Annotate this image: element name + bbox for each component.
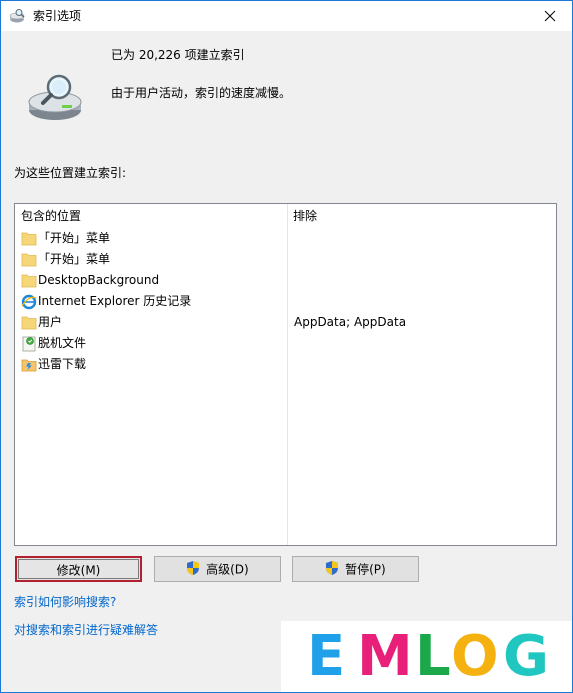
location-name: 迅雷下载 — [38, 357, 87, 371]
watermark-letter: L — [415, 624, 451, 689]
indexing-options-icon — [9, 8, 26, 24]
list-item[interactable]: Internet Explorer 历史记录 — [15, 291, 556, 312]
watermark-letter: O — [451, 624, 499, 689]
uac-shield-icon — [186, 560, 200, 576]
watermark-letter: E — [307, 624, 346, 689]
modify-button[interactable]: 修改(M) — [15, 556, 142, 582]
title-bar[interactable]: 索引选项 — [1, 1, 572, 31]
indexing-drive-magnifier-icon — [27, 74, 85, 122]
advanced-button-label: 高级(D) — [206, 562, 249, 577]
indexed-item-count: 已为 20,226 项建立索引 — [111, 48, 245, 62]
location-exclusion: AppData; AppData — [294, 315, 407, 329]
indexing-options-window: 索引选项 已为 20,226 项建立索引 由于用户活动，索引的速度减慢。 为这些… — [0, 0, 573, 693]
emlog-watermark: E M L O G — [281, 621, 572, 692]
folder-icon — [21, 251, 37, 268]
location-name: 用户 — [38, 315, 63, 329]
indexing-status-message: 由于用户活动，索引的速度减慢。 — [111, 86, 292, 100]
uac-shield-icon — [325, 560, 339, 576]
section-label: 为这些位置建立索引: — [14, 166, 127, 180]
indexing-search-help-link[interactable]: 索引如何影响搜索? — [14, 594, 116, 610]
pause-button-label: 暂停(P) — [345, 562, 386, 577]
pause-button[interactable]: 暂停(P) — [292, 556, 419, 582]
offline-files-icon — [21, 335, 37, 352]
folder-icon — [21, 272, 37, 289]
xunlei-download-icon — [21, 356, 37, 373]
column-header-exclude[interactable]: 排除 — [293, 208, 317, 224]
advanced-button[interactable]: 高级(D) — [154, 556, 281, 582]
indexed-locations-list[interactable]: 包含的位置 排除 「开始」菜单 「开始」菜单 DesktopBackground — [14, 203, 557, 546]
list-item[interactable]: 「开始」菜单 — [15, 249, 556, 270]
location-name: Internet Explorer 历史记录 — [38, 294, 192, 308]
location-name: 「开始」菜单 — [38, 231, 111, 245]
list-item[interactable]: 用户 AppData; AppData — [15, 312, 556, 333]
list-item[interactable]: 迅雷下载 — [15, 354, 556, 375]
close-button[interactable] — [528, 1, 572, 31]
list-item[interactable]: DesktopBackground — [15, 270, 556, 291]
column-header-included[interactable]: 包含的位置 — [21, 208, 81, 224]
watermark-letter: G — [503, 624, 549, 689]
modify-button-label: 修改(M) — [56, 563, 101, 578]
watermark-letter: M — [357, 624, 413, 689]
location-name: DesktopBackground — [38, 273, 160, 287]
list-item[interactable]: 「开始」菜单 — [15, 228, 556, 249]
location-name: 脱机文件 — [38, 336, 87, 350]
close-icon — [544, 10, 556, 22]
window-title: 索引选项 — [33, 9, 82, 23]
troubleshoot-link[interactable]: 对搜索和索引进行疑难解答 — [14, 622, 158, 638]
folder-icon — [21, 314, 37, 331]
list-item[interactable]: 脱机文件 — [15, 333, 556, 354]
internet-explorer-icon — [21, 293, 37, 310]
folder-icon — [21, 230, 37, 247]
location-name: 「开始」菜单 — [38, 252, 111, 266]
